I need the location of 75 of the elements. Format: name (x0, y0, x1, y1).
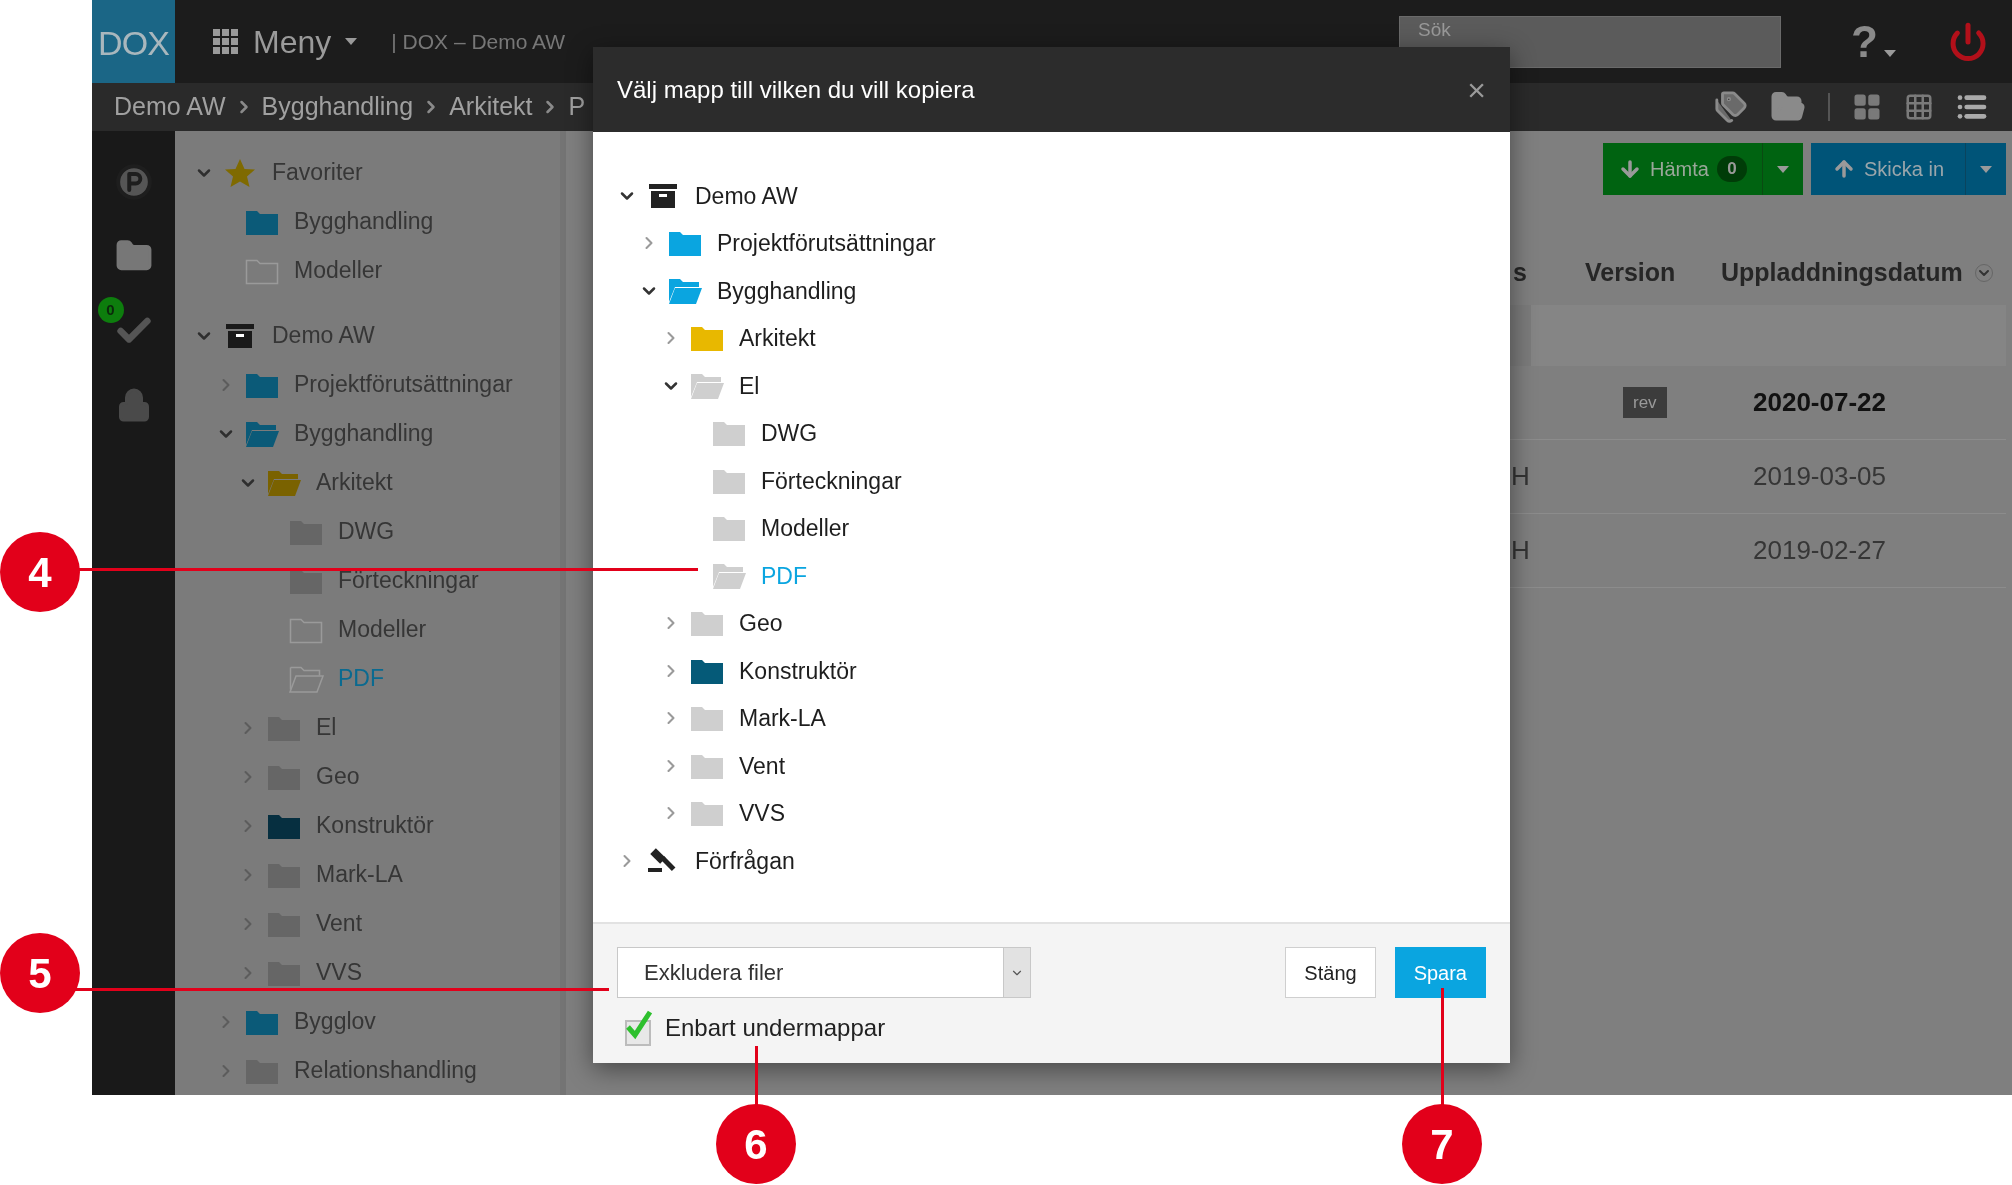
callout-number: 4 (0, 532, 80, 612)
tree-item-label[interactable]: DWG (761, 416, 818, 451)
caret-icon (1980, 165, 1992, 173)
tree-item-label[interactable]: Vent (316, 906, 363, 941)
tree-item-label[interactable]: Modeller (338, 612, 427, 647)
download-label: Hämta (1650, 157, 1709, 182)
breadcrumb-link[interactable]: Bygghandling (261, 88, 414, 126)
tree-item-label[interactable]: El (739, 368, 760, 403)
tree-item-label[interactable]: Mark-LA (316, 857, 403, 892)
close-button[interactable]: × (1467, 73, 1486, 106)
tree-item-label[interactable]: Förfrågan (695, 843, 795, 878)
breadcrumb-link[interactable]: Arkitekt (449, 88, 533, 126)
checkbox[interactable] (625, 1010, 653, 1046)
tree-item-label[interactable]: Modeller (761, 511, 850, 546)
tree-item-label[interactable]: VVS (739, 796, 786, 831)
menu-label[interactable]: Meny (253, 17, 332, 66)
tree-item-label[interactable]: Relationshandling (294, 1053, 477, 1088)
column-header[interactable]: Uppladdningsdatum (1709, 254, 1963, 292)
callout-number: 7 (1402, 1104, 1482, 1184)
tree-item-label[interactable]: Geo (316, 759, 360, 794)
large-grid-icon[interactable] (1852, 92, 1882, 122)
tree-item-label[interactable]: Arkitekt (739, 321, 816, 356)
logo[interactable]: DOX (92, 0, 175, 83)
tree-item-label[interactable]: Konstruktör (316, 808, 434, 843)
tree-item-label[interactable]: Förteckningar (761, 463, 902, 498)
tree-item-label[interactable]: Projektförutsättningar (717, 226, 936, 261)
caret-icon (345, 38, 358, 45)
date-cell-text: 2019-03-05 (1752, 460, 1886, 493)
caret-icon (1884, 50, 1896, 57)
tree-item-label[interactable]: Favoriter (272, 155, 363, 190)
tree-item-label[interactable]: DWG (338, 514, 395, 549)
date-cell-text: 2020-07-22 (1752, 386, 1886, 419)
count-badge: 0 (97, 297, 124, 323)
tree-item-label[interactable]: Demo AW (272, 318, 375, 353)
tree-item-label[interactable]: Förteckningar (338, 563, 479, 598)
help-icon[interactable]: ? (1851, 8, 1878, 75)
tree-item-label[interactable]: Konstruktör (739, 653, 857, 688)
power-icon[interactable] (1948, 21, 1988, 62)
tags-icon[interactable] (1714, 90, 1748, 124)
tree-item-label[interactable]: VVS (316, 955, 363, 990)
breadcrumb-link[interactable]: P (568, 88, 586, 126)
tree-item-label[interactable]: Geo (739, 606, 783, 641)
small-grid-icon[interactable] (1904, 92, 1934, 122)
tree-item-label[interactable]: Bygglov (294, 1004, 376, 1039)
revision-tag: rev (1623, 386, 1667, 419)
tree-item-label[interactable]: Vent (739, 748, 786, 783)
column-header[interactable]: Version (1565, 254, 1709, 292)
dialog-title: Välj mapp till vilken du vill kopiera (617, 74, 975, 105)
download-button[interactable]: Hämta 0 (1603, 143, 1803, 195)
tree-item-label[interactable]: Bygghandling (717, 273, 857, 308)
tree-item-label[interactable]: Bygghandling (294, 416, 434, 451)
table-cell: H (1511, 461, 1530, 491)
tree-item-label[interactable]: PDF (761, 558, 807, 593)
callout-number: 6 (716, 1104, 796, 1184)
tree-item-label[interactable]: Demo AW (695, 178, 798, 213)
context-title: | DOX – Demo AW (391, 28, 566, 55)
tree-item-label[interactable]: Arkitekt (316, 465, 393, 500)
upload-label: Skicka in (1864, 157, 1944, 182)
date-cell-text: 2019-02-27 (1752, 534, 1886, 567)
checkbox-label: Enbart undermappar (665, 1013, 886, 1043)
grid-menu-icon[interactable] (213, 28, 239, 55)
caret-icon (1777, 165, 1789, 173)
tree-item-label[interactable]: Modeller (294, 253, 383, 288)
count-badge: 0 (1716, 156, 1747, 182)
save-button[interactable]: Spara (1394, 947, 1486, 998)
filter-select[interactable]: Exkludera filer (617, 947, 1031, 998)
tree-item-label[interactable]: Bygghandling (294, 204, 434, 239)
close-button[interactable]: Stäng (1285, 947, 1376, 998)
tree-item-label[interactable]: El (316, 710, 337, 745)
tree-item-label[interactable]: Mark-LA (739, 701, 826, 736)
upload-button[interactable]: Skicka in (1811, 143, 2006, 195)
callout-number: 5 (0, 933, 80, 1013)
tree-item-label[interactable]: Projektförutsättningar (294, 367, 513, 402)
table-cell: H (1511, 535, 1530, 565)
breadcrumb-link[interactable]: Demo AW (114, 88, 226, 126)
